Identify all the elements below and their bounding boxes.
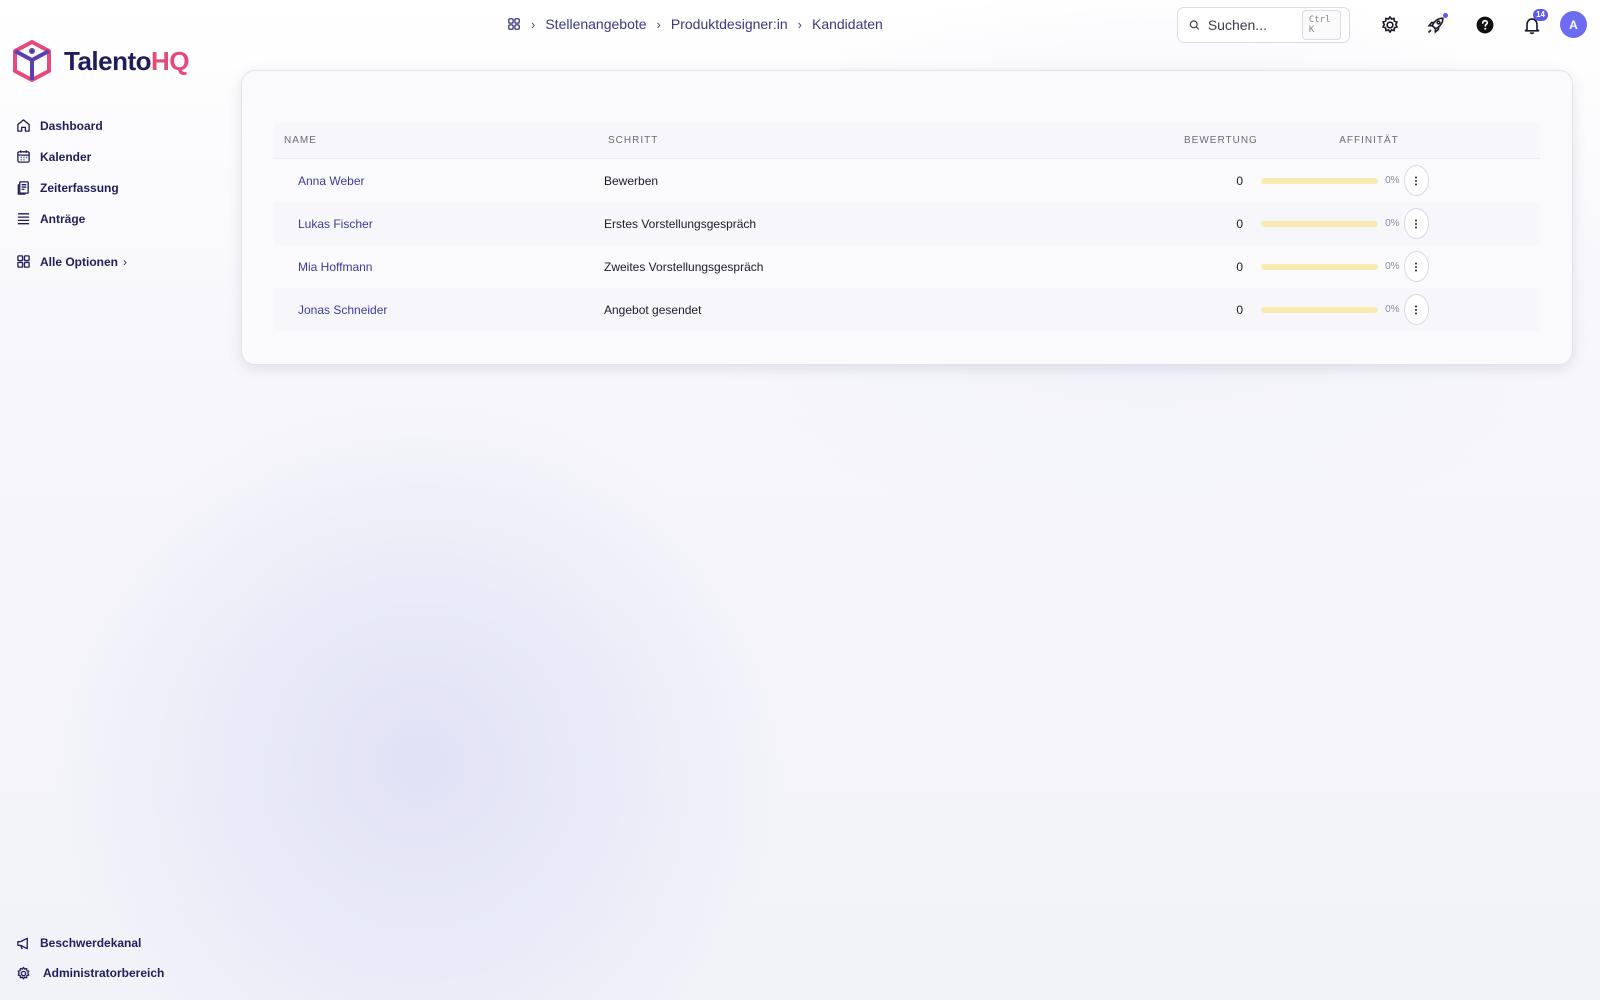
candidate-score: 0 — [1236, 216, 1243, 231]
column-header-affinity[interactable]: AFFINITÄT — [1249, 135, 1429, 146]
affinity-cell: 0% — [1249, 165, 1429, 196]
candidate-step: Bewerben — [604, 173, 659, 188]
whats-new-button[interactable] — [1423, 12, 1449, 38]
sidebar-item-dashboard[interactable]: Dashboard — [16, 110, 216, 141]
chevron-right-icon: › — [797, 16, 802, 32]
breadcrumb-produktdesigner[interactable]: Produktdesigner:in — [671, 16, 788, 32]
affinity-bar — [1261, 220, 1379, 227]
affinity-percent: 0% — [1385, 175, 1400, 186]
sidebar-item-label: Kalender — [40, 149, 92, 164]
row-actions-button[interactable] — [1403, 165, 1429, 196]
candidates-card: NAME SCHRITT BEWERTUNG AFFINITÄT Anna We… — [241, 70, 1573, 365]
candidate-name-link[interactable]: Lukas Fischer — [274, 217, 604, 231]
list-icon — [17, 213, 30, 225]
logo-wordmark: TalentoHQ — [64, 45, 190, 76]
sidebar-item-label: Dashboard — [40, 118, 103, 133]
table-row: Mia Hoffmann Zweites Vorstellungsgespräch… — [274, 245, 1540, 288]
apps-grid-icon[interactable] — [507, 17, 521, 31]
home-icon — [17, 119, 30, 132]
table-row: Anna Weber Bewerben 0 0% — [274, 159, 1540, 202]
app-logo[interactable]: TalentoHQ — [12, 40, 190, 82]
chevron-right-icon: › — [656, 16, 661, 32]
breadcrumb-stellenangebote[interactable]: Stellenangebote — [545, 16, 646, 32]
affinity-percent: 0% — [1385, 304, 1400, 315]
candidate-score: 0 — [1236, 259, 1243, 274]
help-icon — [1476, 16, 1494, 34]
more-vertical-icon — [1415, 219, 1418, 228]
sidebar-bottom-nav: Beschwerdekanal Administratorbereich — [16, 928, 216, 988]
sidebar-item-beschwerdekanal[interactable]: Beschwerdekanal — [16, 928, 216, 958]
row-actions-button[interactable] — [1403, 251, 1429, 282]
sidebar-item-label: Beschwerdekanal — [40, 936, 142, 950]
sidebar-nav: Dashboard Kalender Zeiterfassung Anträge… — [16, 110, 216, 277]
sidebar-item-label: Anträge — [40, 211, 86, 226]
breadcrumb: › Stellenangebote › Produktdesigner:in ›… — [507, 14, 883, 34]
more-vertical-icon — [1415, 305, 1418, 314]
search-shortcut-hint: Ctrl K — [1301, 10, 1341, 40]
sidebar-item-zeiterfassung[interactable]: Zeiterfassung — [16, 172, 216, 203]
table-header: NAME SCHRITT BEWERTUNG AFFINITÄT — [274, 123, 1540, 159]
candidate-name-link[interactable]: Anna Weber — [274, 174, 604, 188]
new-indicator-dot — [1443, 13, 1448, 18]
candidate-score: 0 — [1236, 173, 1243, 188]
search-icon — [1189, 20, 1200, 30]
clipboard-icon — [17, 181, 29, 195]
affinity-percent: 0% — [1385, 218, 1400, 229]
cube-logo-icon — [13, 40, 51, 82]
search-input[interactable] — [1207, 17, 1294, 33]
more-vertical-icon — [1415, 262, 1418, 271]
all-options-button[interactable]: Alle Optionen › — [16, 246, 216, 277]
affinity-cell: 0% — [1249, 208, 1429, 239]
candidate-name-link[interactable]: Jonas Schneider — [274, 303, 604, 317]
column-header-score[interactable]: BEWERTUNG — [1184, 135, 1257, 146]
sidebar-item-label: Zeiterfassung — [40, 180, 119, 195]
settings-button[interactable] — [1377, 12, 1403, 38]
chevron-right-icon: › — [531, 16, 536, 32]
all-options-label: Alle Optionen — [40, 254, 118, 269]
more-vertical-icon — [1415, 176, 1418, 185]
affinity-cell: 0% — [1249, 294, 1429, 325]
notification-count-badge: 14 — [1533, 9, 1548, 21]
rocket-icon — [1427, 17, 1444, 34]
calendar-icon — [17, 150, 30, 163]
apps-grid-icon — [17, 255, 30, 268]
table-body: Anna Weber Bewerben 0 0% Lukas Fischer Erstes… — [274, 159, 1540, 331]
sidebar-item-kalender[interactable]: Kalender — [16, 141, 216, 172]
column-header-name[interactable]: NAME — [274, 135, 604, 146]
candidate-step: Angebot gesendet — [604, 302, 702, 317]
candidate-score: 0 — [1236, 302, 1243, 317]
search-box[interactable]: Ctrl K — [1177, 7, 1350, 43]
user-avatar[interactable]: A — [1560, 11, 1587, 38]
table-row: Lukas Fischer Erstes Vorstellungsgespräch… — [274, 202, 1540, 245]
candidate-step: Zweites Vorstellungsgespräch — [604, 259, 764, 274]
affinity-percent: 0% — [1385, 261, 1400, 272]
sidebar-item-administratorbereich[interactable]: Administratorbereich — [16, 958, 216, 988]
candidate-name-link[interactable]: Mia Hoffmann — [274, 260, 604, 274]
megaphone-icon — [17, 937, 28, 949]
sidebar-item-antraege[interactable]: Anträge — [16, 203, 216, 234]
chevron-right-icon: › — [123, 254, 127, 269]
affinity-bar — [1261, 263, 1379, 270]
candidate-step: Erstes Vorstellungsgespräch — [604, 216, 757, 231]
row-actions-button[interactable] — [1403, 208, 1429, 239]
affinity-bar — [1261, 177, 1379, 184]
notifications-button[interactable]: 14 — [1519, 9, 1548, 38]
table-row: Jonas Schneider Angebot gesendet 0 0% — [274, 288, 1540, 331]
gear-icon — [1382, 16, 1398, 33]
affinity-cell: 0% — [1249, 251, 1429, 282]
sidebar-item-label: Administratorbereich — [43, 966, 165, 980]
help-button[interactable] — [1472, 12, 1498, 38]
breadcrumb-kandidaten[interactable]: Kandidaten — [812, 16, 883, 32]
column-header-step[interactable]: SCHRITT — [604, 135, 1184, 146]
gear-icon — [17, 966, 30, 979]
row-actions-button[interactable] — [1403, 294, 1429, 325]
affinity-bar — [1261, 306, 1379, 313]
candidates-table: NAME SCHRITT BEWERTUNG AFFINITÄT Anna We… — [274, 123, 1540, 331]
